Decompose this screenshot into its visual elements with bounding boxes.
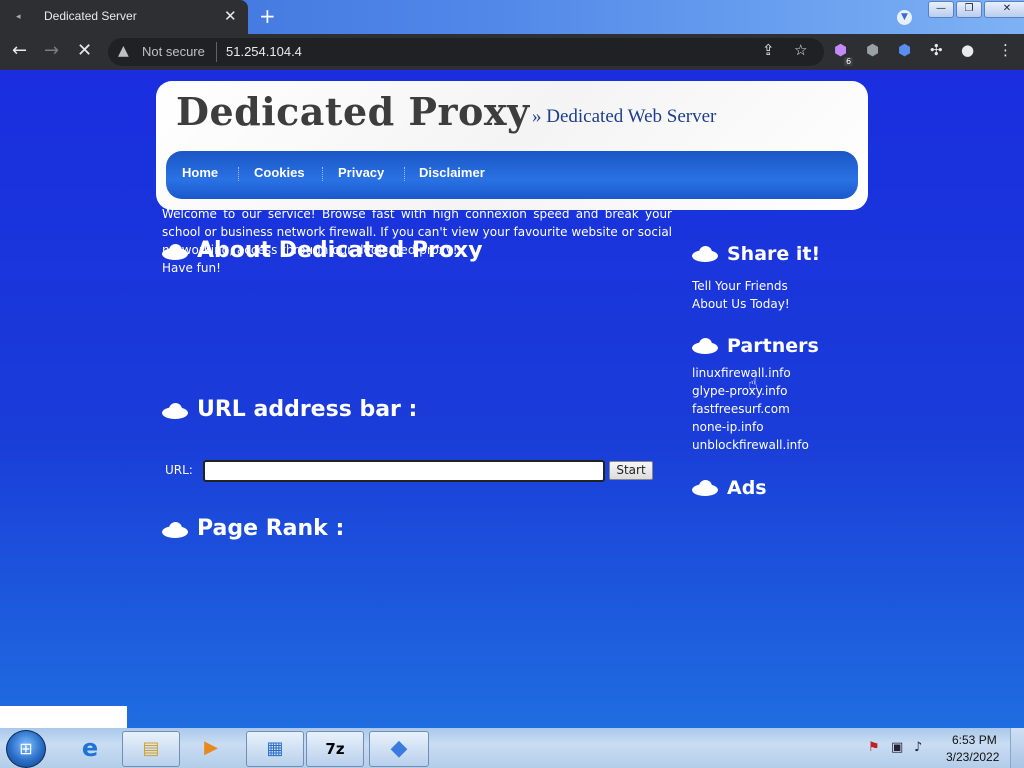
share-text: Tell Your Friends About Us Today! [692,277,790,313]
browser-tab[interactable]: ◂ Dedicated Server ✕ [0,0,248,34]
seven-zip-icon[interactable]: 7z [306,731,364,767]
partners-heading: Partners [727,335,819,357]
cloud-bullet-icon [692,338,718,354]
partner-link-none-ip[interactable]: none-ip.info [692,418,809,436]
nav-divider [238,167,239,181]
chromium-browser-icon[interactable]: ◆ [369,731,429,767]
partner-link-unblockfirewall[interactable]: unblockfirewall.info [692,436,809,454]
share-line-1: Tell Your Friends [692,279,788,293]
site-tagline: » Dedicated Web Server [532,106,717,127]
restore-button[interactable]: ❐ [956,1,982,18]
start-button[interactable]: Start [609,461,653,480]
window-controls: — ❐ ✕ [928,1,1024,18]
media-player-icon[interactable]: ▶ [183,731,239,765]
url-input[interactable] [203,460,605,482]
extension-blue-icon[interactable]: ⬢ [898,41,911,59]
profile-avatar-icon[interactable]: ● [961,41,974,59]
nav-divider [322,167,323,181]
puzzle-extensions-icon[interactable]: ✣ [930,41,943,59]
nav-disclaimer[interactable]: Disclaimer [419,165,485,180]
close-window-button[interactable]: ✕ [984,1,1024,18]
cloud-bullet-icon [692,246,718,262]
forward-arrow-icon[interactable]: → [44,40,59,61]
file-explorer-icon[interactable]: ▤ [122,731,180,767]
show-desktop-button[interactable] [1010,728,1024,768]
nav-divider [404,167,405,181]
minimize-button[interactable]: — [928,1,954,18]
about-text: Welcome to our service! Browse fast with… [162,205,672,277]
white-strip [0,706,127,728]
internet-explorer-icon[interactable]: e [62,731,118,765]
back-arrow-icon[interactable]: ← [12,40,27,61]
cloud-bullet-icon [162,522,188,538]
tab-close-icon[interactable]: ✕ [224,7,237,25]
security-label[interactable]: Not secure [142,44,205,59]
share-line-2: About Us Today! [692,297,790,311]
hand-cursor-icon: ☝ [748,374,758,393]
extension-badge: 6 [844,57,854,66]
url-heading: URL address bar : [197,397,418,422]
clock-date[interactable]: 3/23/2022 [946,750,999,764]
tab-search-chevron-icon[interactable]: ▼ [897,10,912,25]
clock-time[interactable]: 6:53 PM [952,733,997,747]
start-button-windows-icon[interactable]: ⊞ [6,730,46,768]
network-icon[interactable]: ▣ [891,740,903,755]
share-heading: Share it! [727,243,821,265]
bookmark-star-icon[interactable]: ☆ [794,41,807,59]
url-label: URL: [165,463,193,477]
share-icon[interactable]: ⇪ [762,41,775,59]
kebab-menu-icon[interactable]: ⋮ [998,41,1013,59]
nav-privacy[interactable]: Privacy [338,165,384,180]
url-text[interactable]: 51.254.104.4 [226,44,302,59]
site-header: Dedicated Proxy » Dedicated Web Server H… [156,81,868,210]
volume-icon[interactable]: ♪ [914,740,922,755]
nav-home[interactable]: Home [182,165,218,180]
extension-gray-icon[interactable]: ⬢ [866,41,879,59]
new-tab-button[interactable]: + [259,4,276,28]
page-rank-heading: Page Rank : [197,516,345,541]
nav-cookies[interactable]: Cookies [254,165,305,180]
address-divider [216,42,217,62]
partner-link-fastfreesurf[interactable]: fastfreesurf.com [692,400,809,418]
ads-heading: Ads [727,477,767,499]
site-navbar: Home Cookies Privacy Disclaimer [166,151,858,199]
cloud-bullet-icon [162,403,188,419]
loading-favicon-icon: ◂ [16,12,21,22]
about-paragraph: Welcome to our service! Browse fast with… [162,207,672,257]
stop-loading-icon[interactable]: ✕ [77,40,92,61]
site-title: Dedicated Proxy [176,89,530,134]
web-page: Dedicated Proxy » Dedicated Web Server H… [0,70,1024,728]
about-closing: Have fun! [162,261,221,275]
server-manager-icon[interactable]: ▦ [246,731,304,767]
action-center-flag-icon[interactable]: ⚑ [868,740,880,755]
cloud-bullet-icon [692,480,718,496]
warning-triangle-icon[interactable]: ▲ [118,43,129,59]
tab-title: Dedicated Server [44,9,137,23]
